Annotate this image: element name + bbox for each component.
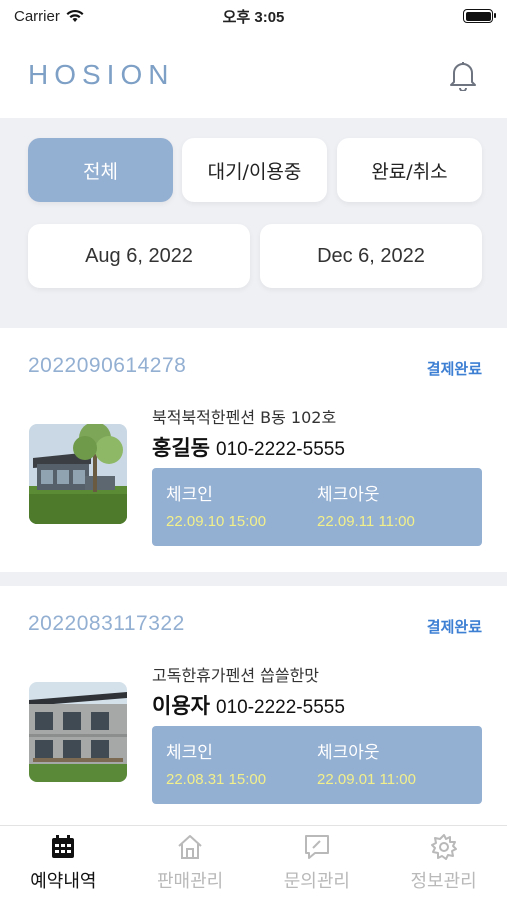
reservation-number: 2022083117322 (28, 612, 185, 635)
stay-dates-box: 체크인 체크아웃 22.08.31 15:00 22.09.01 11:00 (152, 726, 482, 804)
home-icon (178, 835, 202, 859)
payment-status: 결제완료 (426, 360, 482, 378)
bottom-tab-bar: 예약내역 판매관리 문의관리 정보관리 (0, 825, 507, 900)
tab-inquiries[interactable]: 문의관리 (254, 826, 381, 900)
guest-phone: 010-2222-5555 (216, 697, 345, 718)
filter-tab-waiting[interactable]: 대기/이용중 (182, 138, 327, 202)
tab-info[interactable]: 정보관리 (380, 826, 507, 900)
guest-name: 홍길동 (152, 436, 210, 460)
checkin-label: 체크인 (166, 743, 213, 763)
pension-name: 고독한휴가펜션 씁쓸한맛 (152, 666, 320, 685)
start-date-picker[interactable]: Aug 6, 2022 (28, 224, 250, 288)
pension-name: 북적북적한펜션 B동 102호 (152, 408, 337, 427)
tab-label: 정보관리 (410, 871, 477, 892)
chat-icon (304, 835, 329, 859)
tab-label: 예약내역 (30, 871, 97, 892)
checkin-label: 체크인 (166, 485, 213, 505)
guest-info: 홍길동 010-2222-5555 (152, 432, 345, 462)
checkout-label: 체크아웃 (317, 743, 380, 763)
tab-reservations[interactable]: 예약내역 (0, 826, 127, 900)
battery-icon (463, 9, 496, 23)
status-bar: Carrier 오후 3:05 (0, 0, 507, 32)
calendar-icon (52, 835, 75, 858)
checkout-value: 22.09.01 11:00 (317, 771, 416, 788)
tab-sales[interactable]: 판매관리 (127, 826, 254, 900)
checkout-label: 체크아웃 (317, 485, 380, 505)
guest-info: 이용자 010-2222-5555 (152, 690, 345, 720)
reservation-card[interactable]: 2022083117322 결제완료 고독한휴가펜션 씁쓸한맛 이용자 010-… (0, 586, 507, 825)
app-header: HOSION (0, 32, 507, 118)
status-left: Carrier (14, 8, 84, 25)
gear-icon (430, 834, 457, 860)
end-date-picker[interactable]: Dec 6, 2022 (260, 224, 482, 288)
reservation-number: 2022090614278 (28, 354, 187, 377)
payment-status: 결제완료 (426, 618, 482, 636)
reservation-card[interactable]: 2022090614278 결제완료 북적북적한펜션 B동 102호 홍길동 0… (0, 328, 507, 572)
checkin-value: 22.08.31 15:00 (166, 771, 267, 788)
checkout-value: 22.09.11 11:00 (317, 513, 415, 530)
app-logo: HOSION (28, 59, 175, 90)
tab-label: 판매관리 (157, 871, 224, 892)
filter-tab-all[interactable]: 전체 (28, 138, 173, 202)
guest-phone: 010-2222-5555 (216, 439, 345, 460)
bell-icon[interactable] (447, 59, 479, 91)
wifi-icon (66, 9, 84, 22)
filter-area: 전체 대기/이용중 완료/취소 Aug 6, 2022 Dec 6, 2022 (0, 118, 507, 328)
reservation-list: 2022090614278 결제완료 북적북적한펜션 B동 102호 홍길동 0… (0, 328, 507, 825)
stay-dates-box: 체크인 체크아웃 22.09.10 15:00 22.09.11 11:00 (152, 468, 482, 546)
pension-thumbnail (29, 424, 127, 524)
tab-label: 문의관리 (283, 871, 350, 892)
pension-thumbnail (29, 682, 127, 782)
guest-name: 이용자 (152, 694, 210, 718)
checkin-value: 22.09.10 15:00 (166, 513, 267, 530)
filter-tab-done[interactable]: 완료/취소 (337, 138, 482, 202)
carrier-label: Carrier (14, 7, 60, 25)
